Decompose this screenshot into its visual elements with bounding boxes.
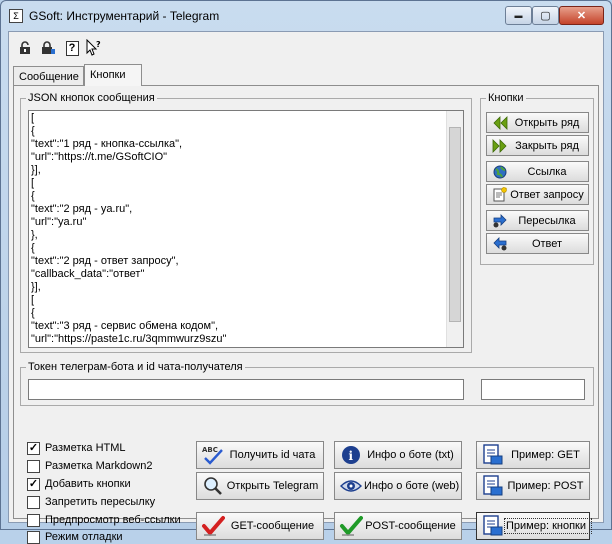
reply-button[interactable]: Ответ <box>486 233 589 254</box>
json-text: [ { "text":"1 ряд - кнопка-ссылка", "url… <box>31 112 227 345</box>
checkbox-add-buttons[interactable]: ✓ <box>27 477 40 491</box>
bot-info-web-label: Инфо о боте (web) <box>364 480 460 492</box>
json-textarea[interactable]: [ { "text":"1 ряд - кнопка-ссылка", "url… <box>28 110 464 348</box>
bot-info-txt-button[interactable]: i Инфо о боте (txt) <box>334 441 462 469</box>
spellcheck-abc-icon: ABC <box>200 443 226 467</box>
json-group: JSON кнопок сообщения [ { "text":"1 ряд … <box>20 93 472 353</box>
get-message-label: GET-сообщение <box>230 520 315 532</box>
globe-icon <box>490 164 510 180</box>
option-debug-mode-label: Режим отладки <box>45 531 123 543</box>
maximize-icon: ▢ <box>540 10 551 22</box>
double-chevron-left-icon <box>490 115 510 131</box>
open-row-button[interactable]: Открыть ряд <box>486 112 589 133</box>
bot-info-web-button[interactable]: Инфо о боте (web) <box>334 472 462 500</box>
app-window: Σ GSoft: Инструментарий - Telegram ▬ ▢ ✕… <box>0 0 612 544</box>
checkbox-link-preview[interactable] <box>27 513 40 527</box>
add-document-icon <box>490 187 510 203</box>
tab-message[interactable]: Сообщение <box>13 66 84 86</box>
green-check-icon <box>338 514 364 538</box>
whats-this-pointer-icon[interactable]: ? <box>85 39 103 57</box>
lock-open-icon[interactable] <box>17 39 35 57</box>
title-bar[interactable]: Σ GSoft: Инструментарий - Telegram ▬ ▢ ✕ <box>1 1 611 31</box>
option-disable-forwarding-label: Запретить пересылку <box>45 496 156 508</box>
magnifier-icon <box>200 474 226 498</box>
callback-reply-button[interactable]: Ответ запросу <box>486 184 589 205</box>
tab-panel-buttons: JSON кнопок сообщения [ { "text":"1 ряд … <box>13 85 599 544</box>
forward-button[interactable]: Пересылка <box>486 210 589 231</box>
svg-text:?: ? <box>96 40 101 49</box>
example-get-label: Пример: GET <box>511 449 580 461</box>
option-link-preview-label: Предпросмотр веб-ссылки <box>45 514 181 526</box>
maximize-button[interactable]: ▢ <box>532 6 559 25</box>
bot-token-input[interactable] <box>28 379 464 400</box>
json-group-legend: JSON кнопок сообщения <box>28 92 155 104</box>
get-chat-id-button[interactable]: ABC Получить id чата <box>196 441 324 469</box>
post-message-label: POST-сообщение <box>365 520 456 532</box>
close-row-label: Закрыть ряд <box>515 139 579 152</box>
help-icon[interactable]: ? <box>63 39 81 57</box>
buttons-group: Кнопки Открыть ряд Закрыть ряд Ссылка От… <box>480 93 594 265</box>
example-get-button[interactable]: Пример: GET <box>476 441 590 469</box>
chat-id-input[interactable] <box>481 379 585 400</box>
link-button[interactable]: Ссылка <box>486 161 589 182</box>
open-telegram-button[interactable]: Открыть Telegram <box>196 472 324 500</box>
token-group: Токен телеграм-бота и id чата-получателя <box>20 362 594 406</box>
example-document-icon <box>480 443 506 467</box>
example-post-button[interactable]: Пример: POST <box>476 472 590 500</box>
example-document-icon <box>480 514 506 538</box>
option-markdown2[interactable]: Разметка Markdown2 <box>27 459 152 473</box>
option-markdown2-label: Разметка Markdown2 <box>45 460 153 472</box>
forward-icon <box>490 213 510 229</box>
open-row-label: Открыть ряд <box>514 116 580 129</box>
checkbox-markdown2[interactable] <box>27 459 40 473</box>
link-label: Ссылка <box>527 165 567 178</box>
window-title: GSoft: Инструментарий - Telegram <box>29 9 220 23</box>
get-chat-id-label: Получить id чата <box>229 449 316 461</box>
example-buttons-button[interactable]: Пример: кнопки <box>476 512 592 540</box>
checkbox-html-markup[interactable]: ✓ <box>27 441 40 455</box>
token-group-legend: Токен телеграм-бота и id чата-получателя <box>28 361 243 373</box>
lock-save-icon[interactable] <box>39 39 57 57</box>
callback-reply-label: Ответ запросу <box>510 188 584 201</box>
bot-info-txt-label: Инфо о боте (txt) <box>367 449 454 461</box>
svg-text:i: i <box>349 449 354 463</box>
json-scrollbar-thumb[interactable] <box>449 127 461 322</box>
option-html-markup-label: Разметка HTML <box>45 442 126 454</box>
buttons-group-legend: Кнопки <box>488 92 524 104</box>
info-icon: i <box>338 443 364 467</box>
app-icon: Σ <box>9 9 23 23</box>
post-message-button[interactable]: POST-сообщение <box>334 512 462 540</box>
checkbox-disable-forwarding[interactable] <box>27 495 40 509</box>
option-html-markup[interactable]: ✓ Разметка HTML <box>27 441 126 455</box>
close-row-button[interactable]: Закрыть ряд <box>486 135 589 156</box>
example-buttons-label: Пример: кнопки <box>504 518 592 534</box>
minimize-button[interactable]: ▬ <box>505 6 532 25</box>
open-telegram-label: Открыть Telegram <box>226 480 319 492</box>
eye-icon <box>338 474 364 498</box>
option-debug-mode[interactable]: Режим отладки <box>27 530 123 544</box>
forward-label: Пересылка <box>518 214 576 227</box>
option-add-buttons[interactable]: ✓ Добавить кнопки <box>27 477 131 491</box>
svg-text:ABC: ABC <box>202 446 218 454</box>
example-post-label: Пример: POST <box>507 480 584 492</box>
reply-icon <box>490 236 510 252</box>
option-link-preview[interactable]: Предпросмотр веб-ссылки <box>27 513 181 527</box>
close-icon: ✕ <box>576 10 587 22</box>
double-chevron-right-icon <box>490 138 510 154</box>
option-disable-forwarding[interactable]: Запретить пересылку <box>27 495 155 509</box>
client-area: ? ? Сообщение Кнопки JSON кнопок сообщен… <box>8 31 604 544</box>
reply-label: Ответ <box>531 237 563 250</box>
json-scrollbar[interactable] <box>446 111 463 347</box>
checkbox-debug-mode[interactable] <box>27 530 40 544</box>
get-message-button[interactable]: GET-сообщение <box>196 512 324 540</box>
option-add-buttons-label: Добавить кнопки <box>45 478 131 490</box>
close-button[interactable]: ✕ <box>559 6 604 25</box>
example-document-icon <box>480 474 506 498</box>
minimize-icon: ▬ <box>514 11 523 20</box>
tab-buttons[interactable]: Кнопки <box>84 64 142 86</box>
red-check-icon <box>200 514 226 538</box>
